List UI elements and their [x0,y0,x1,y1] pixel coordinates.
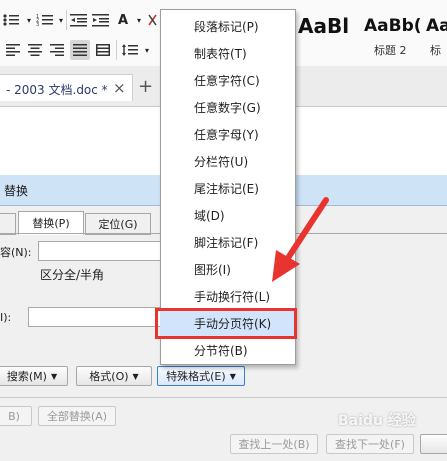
style-label-heading3: 标 [430,44,441,57]
tab-goto[interactable]: 定位(G) [85,213,151,235]
menu-item-column-break[interactable]: 分栏符(U) [194,153,248,170]
pointer-arrow-icon [272,197,329,282]
special-format-button[interactable]: 特殊格式(E) ▼ [157,366,245,386]
toolbar-divider [66,10,67,30]
bullet-list-button[interactable] [0,10,22,30]
menu-item-field[interactable]: 域(D) [194,207,225,224]
toolbar-divider [116,40,117,60]
replace-all-button[interactable]: 全部替换(A) [38,406,116,426]
numbered-list-icon: 123 [36,14,53,27]
increase-indent-button[interactable] [90,10,112,30]
decrease-indent-button[interactable] [68,10,90,30]
align-left-button[interactable] [4,40,22,60]
format-label: 格式(O) [89,370,129,383]
replace-button[interactable]: B) [0,406,32,426]
menu-item-footnote-mark[interactable]: 脚注标记(F) [194,234,258,251]
align-right-button[interactable] [48,40,66,60]
style-preview-normal[interactable]: AaBl [298,14,349,38]
numbered-list-dropdown[interactable]: ▾ [56,10,66,30]
align-right-icon [50,44,64,56]
find-previous-button[interactable]: 查找上一处(B) [230,434,318,454]
chevron-down-icon: ▼ [50,371,58,381]
document-tab-title: - 2003 文档.doc * [6,83,108,97]
bullet-list-dropdown[interactable]: ▾ [24,10,34,30]
document-tab[interactable]: - 2003 文档.doc * × [0,74,133,101]
match-width-option: 区分全/半角 [40,268,105,282]
chevron-down-icon: ▼ [132,371,139,381]
line-spacing-icon [122,44,138,56]
chevron-down-icon: ▼ [229,371,236,381]
svg-text:3: 3 [36,22,39,27]
find-what-label: 容(N): [0,246,32,259]
watermark-text: Baidu 经验 [338,413,416,429]
tab-find[interactable] [0,213,16,235]
tab-replace[interactable]: 替换(P) [18,211,84,235]
distributed-align-button[interactable] [94,40,112,60]
new-tab-icon[interactable]: + [138,76,153,97]
decrease-indent-icon [70,14,87,27]
increase-indent-icon [92,14,109,27]
search-options-label: 搜索(M) [6,370,47,383]
change-case-button[interactable]: A [112,10,134,30]
clear-format-icon [148,14,157,26]
menu-item-graphic[interactable]: 图形(I) [194,261,231,278]
align-left-icon [6,44,20,56]
numbered-list-button[interactable]: 123 [34,10,56,30]
clear-format-button[interactable] [146,10,160,30]
align-center-icon [28,44,42,56]
line-spacing-dropdown[interactable]: ▾ [142,40,152,60]
style-preview-heading1[interactable]: AaBb( [364,16,422,36]
menu-item-section-break[interactable]: 分节符(B) [194,342,248,359]
search-options-button[interactable]: 搜索(M) ▼ [0,366,68,386]
justify-icon [73,44,87,56]
menu-item-tab-char[interactable]: 制表符(T) [194,45,247,62]
bullet-list-icon [3,14,19,26]
menu-item-manual-line-break[interactable]: 手动换行符(L) [194,288,270,305]
menu-item-paragraph-mark[interactable]: 段落标记(P) [194,18,259,35]
change-case-dropdown[interactable]: ▾ [134,10,144,30]
find-next-button[interactable]: 查找下一处(F) [326,434,414,454]
menu-item-any-char[interactable]: 任意字符(C) [194,72,260,89]
replace-with-label: I): [0,311,12,324]
close-dialog-button[interactable] [420,434,447,454]
dialog-divider [0,397,447,398]
menu-item-any-letter[interactable]: 任意字母(Y) [194,126,259,143]
highlight-box [155,308,297,339]
distributed-align-icon [96,44,110,56]
line-spacing-button[interactable] [120,40,140,60]
style-label-heading2: 标题 2 [374,44,407,57]
dialog-title: 替换 [4,184,29,198]
find-what-input[interactable] [38,241,180,261]
menu-item-endnote-mark[interactable]: 尾注标记(E) [194,180,259,197]
close-icon[interactable]: × [113,79,126,97]
menu-item-any-digit[interactable]: 任意数字(G) [194,99,261,116]
justify-button[interactable] [70,40,90,60]
align-center-button[interactable] [26,40,44,60]
style-preview-heading3[interactable]: Aa [426,16,447,36]
format-button[interactable]: 格式(O) ▼ [76,366,152,386]
special-format-label: 特殊格式(E) [166,370,226,383]
